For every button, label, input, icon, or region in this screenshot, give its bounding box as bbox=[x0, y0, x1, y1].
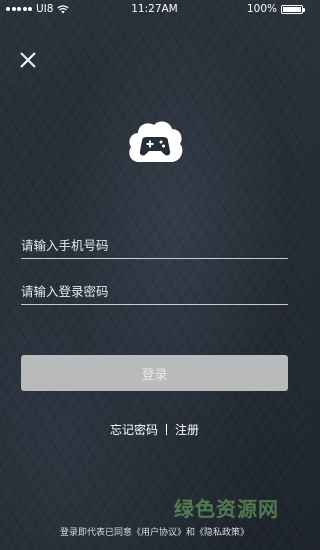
background-artwork bbox=[0, 0, 309, 550]
password-input[interactable] bbox=[21, 278, 288, 304]
app-logo bbox=[125, 118, 185, 170]
watermark-text: 绿色资源网 bbox=[174, 497, 279, 521]
close-button[interactable] bbox=[18, 50, 38, 70]
link-divider bbox=[166, 424, 167, 435]
phone-field[interactable] bbox=[21, 232, 288, 259]
phone-input[interactable] bbox=[21, 232, 288, 258]
close-icon bbox=[20, 52, 36, 68]
password-field[interactable] bbox=[21, 278, 288, 305]
register-link[interactable]: 注册 bbox=[175, 423, 199, 437]
user-agreement-link[interactable]: 《用户协议》 bbox=[132, 528, 186, 538]
battery-percent: 100% bbox=[246, 3, 277, 15]
battery-icon bbox=[281, 4, 305, 14]
status-bar: UI8 11:27AM 100% bbox=[0, 0, 309, 18]
game-cloud-logo-icon bbox=[129, 121, 183, 162]
status-right: 100% bbox=[246, 3, 305, 15]
account-links: 忘记密码 注册 bbox=[0, 421, 309, 438]
agreement-and: 和 bbox=[186, 528, 196, 538]
privacy-policy-link[interactable]: 《隐私政策》 bbox=[195, 528, 249, 538]
forgot-password-link[interactable]: 忘记密码 bbox=[110, 423, 158, 437]
login-button[interactable]: 登录 bbox=[21, 355, 288, 391]
agreement-prefix: 登录即代表已同意 bbox=[59, 528, 132, 538]
agreement-text: 登录即代表已同意《用户协议》和《隐私政策》 bbox=[0, 525, 309, 538]
